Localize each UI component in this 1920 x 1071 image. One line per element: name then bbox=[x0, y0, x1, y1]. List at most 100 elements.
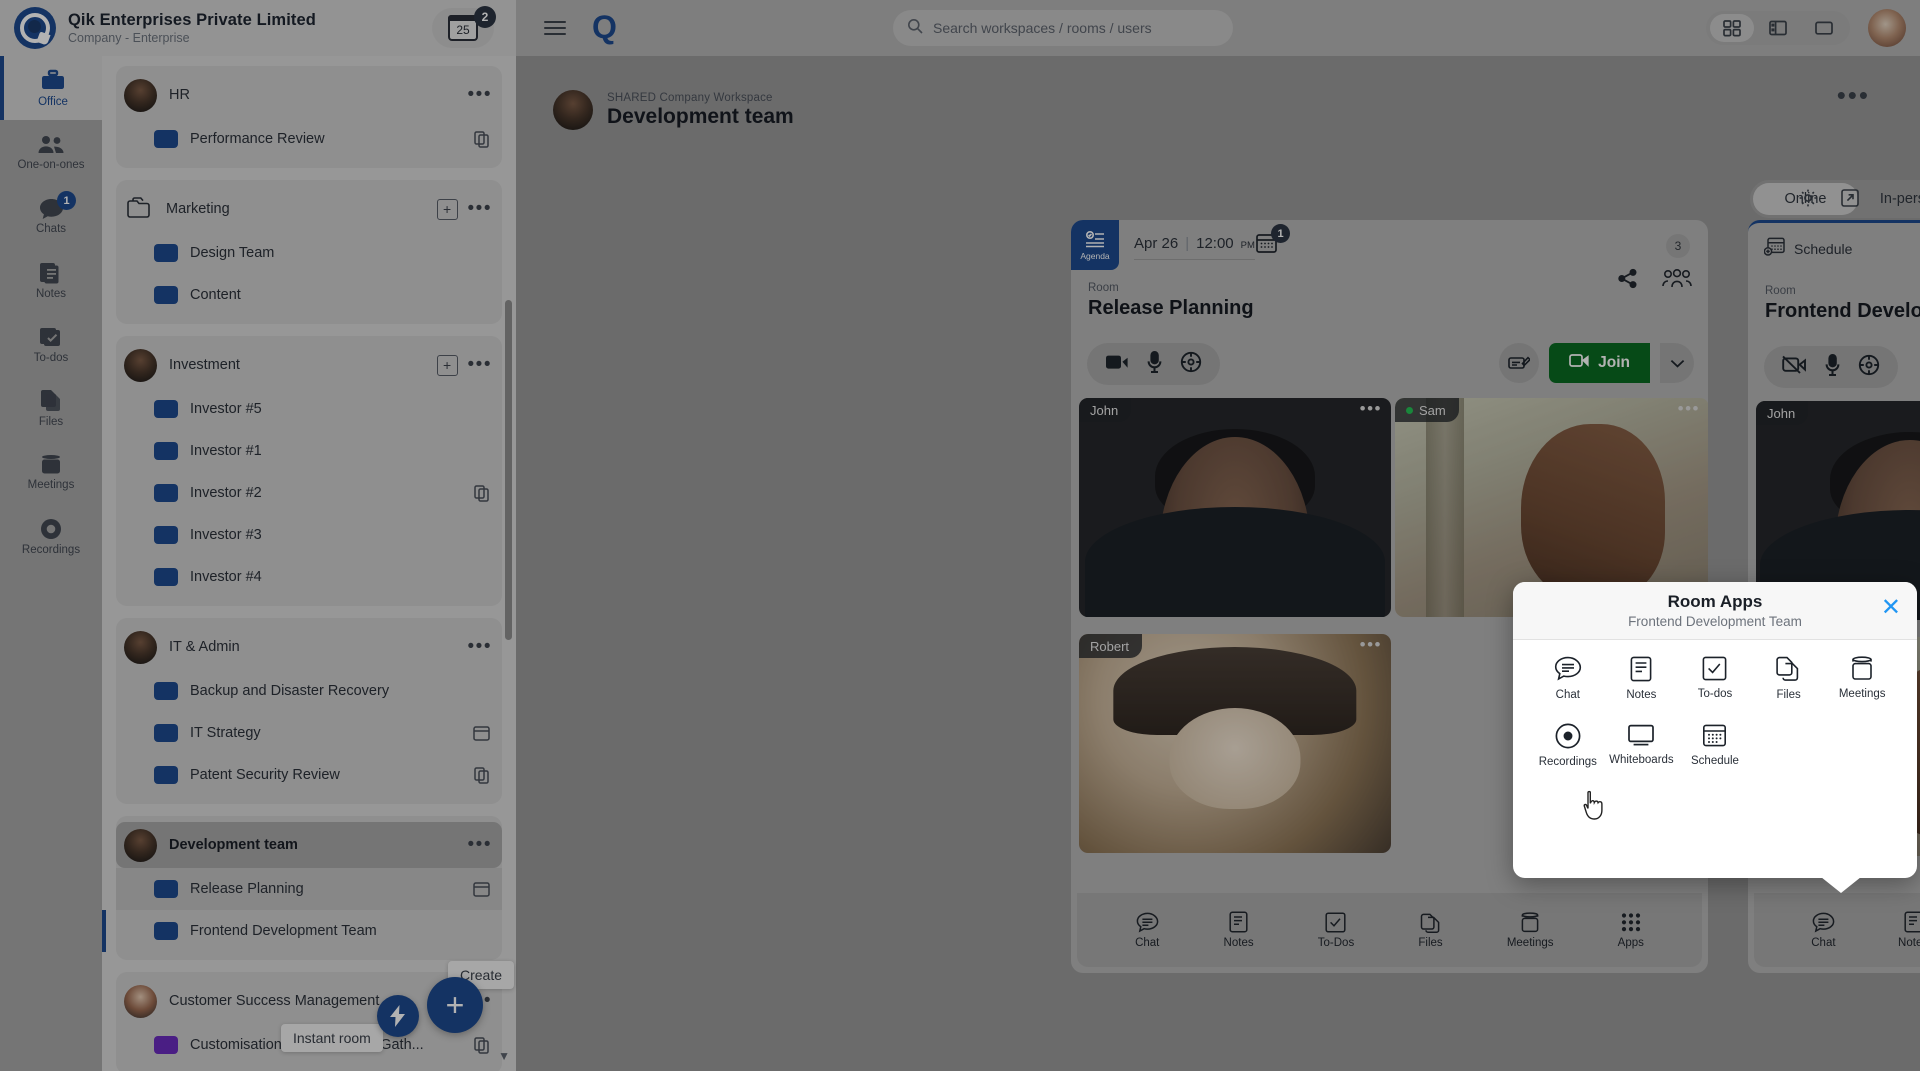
calendar-icon[interactable] bbox=[473, 881, 490, 897]
app-apps-button[interactable]: Apps bbox=[1618, 912, 1644, 949]
more-dots-icon[interactable]: ••• bbox=[1360, 402, 1382, 415]
sidebar-item-recordings[interactable]: Recordings bbox=[0, 504, 102, 568]
list-item[interactable]: Release Planning bbox=[116, 868, 502, 910]
list-item[interactable]: Performance Review bbox=[116, 118, 502, 160]
copy-icon[interactable] bbox=[474, 1037, 490, 1054]
sidebar-item-files[interactable]: Files bbox=[0, 376, 102, 440]
sidebar-item-office[interactable]: Office bbox=[0, 56, 102, 120]
settings-gear-icon[interactable] bbox=[1858, 354, 1880, 381]
more-dots-icon[interactable]: ••• bbox=[468, 642, 492, 652]
more-dots-icon[interactable]: ••• bbox=[468, 840, 492, 850]
list-item[interactable]: Investor #2 bbox=[116, 472, 502, 514]
sidebar-scrollbar[interactable] bbox=[505, 300, 512, 640]
agenda-tab[interactable]: Agenda bbox=[1071, 220, 1119, 270]
scroll-down-caret-icon[interactable]: ▼ bbox=[498, 1049, 510, 1063]
list-item[interactable]: Investor #1 bbox=[116, 430, 502, 472]
group-header[interactable]: Investment + ••• bbox=[116, 342, 502, 388]
create-button[interactable]: + bbox=[427, 977, 483, 1033]
room-app-schedule[interactable]: Schedule bbox=[1678, 723, 1752, 768]
grid-view-button[interactable] bbox=[1710, 14, 1754, 42]
app-meetings-button[interactable]: Meetings bbox=[1507, 912, 1554, 949]
sidebar-item-one-on-ones[interactable]: One-on-ones bbox=[0, 120, 102, 184]
mic-on-icon[interactable] bbox=[1147, 351, 1162, 378]
app-notes-button[interactable]: Notes bbox=[1898, 911, 1920, 949]
room-app-files[interactable]: Files bbox=[1752, 656, 1826, 701]
join-options-caret-icon[interactable] bbox=[1660, 343, 1694, 383]
video-tile[interactable]: Robert ••• bbox=[1079, 634, 1391, 853]
group-name: Marketing bbox=[166, 201, 230, 217]
join-button[interactable]: Join bbox=[1549, 343, 1650, 383]
split-view-button[interactable] bbox=[1756, 14, 1800, 42]
workspace-panel: Qik Enterprises Private Limited Company … bbox=[0, 0, 516, 1071]
room-app-todos[interactable]: To-dos bbox=[1678, 656, 1752, 701]
mini-calendar-button[interactable]: 1 bbox=[1256, 232, 1280, 259]
single-view-button[interactable] bbox=[1802, 14, 1846, 42]
copy-icon[interactable] bbox=[474, 767, 490, 784]
group-header[interactable]: Development team ••• bbox=[116, 822, 502, 868]
mic-on-icon[interactable] bbox=[1825, 354, 1840, 381]
list-item[interactable]: Investor #4 bbox=[116, 556, 502, 598]
list-item[interactable]: Content bbox=[116, 274, 502, 316]
meeting-datetime[interactable]: Apr 26 | 12:00PM bbox=[1134, 235, 1255, 260]
more-dots-icon[interactable]: ••• bbox=[468, 204, 492, 214]
calendar-button[interactable]: 25 2 bbox=[432, 8, 494, 48]
sidebar-item-todos[interactable]: To-dos bbox=[0, 312, 102, 376]
schedule-tab[interactable]: Schedule bbox=[1764, 237, 1852, 260]
instant-room-button[interactable] bbox=[377, 995, 419, 1037]
sidebar-item-meetings[interactable]: Meetings bbox=[0, 440, 102, 504]
meetings-icon bbox=[38, 454, 64, 476]
group-header[interactable]: IT & Admin ••• bbox=[116, 624, 502, 670]
app-chat-button[interactable]: Chat bbox=[1135, 912, 1159, 949]
list-item[interactable]: Investor #5 bbox=[116, 388, 502, 430]
add-room-button[interactable]: + bbox=[437, 199, 458, 220]
sidebar-item-chats[interactable]: 1 Chats bbox=[0, 184, 102, 248]
camera-on-icon[interactable] bbox=[1105, 353, 1129, 376]
more-dots-icon[interactable]: ••• bbox=[468, 360, 492, 370]
app-files-button[interactable]: Files bbox=[1418, 911, 1442, 949]
app-chat-button[interactable]: Chat bbox=[1811, 912, 1835, 949]
tab-in-person[interactable]: In-person bbox=[1858, 183, 1920, 215]
more-dots-icon[interactable]: ••• bbox=[1837, 88, 1870, 102]
room-app-meetings[interactable]: Meetings bbox=[1825, 656, 1899, 701]
list-item[interactable]: Investor #3 bbox=[116, 514, 502, 556]
more-dots-icon[interactable]: ••• bbox=[1360, 638, 1382, 651]
more-dots-icon[interactable]: ••• bbox=[1678, 402, 1700, 415]
share-icon[interactable] bbox=[1617, 268, 1638, 294]
participants-icon[interactable] bbox=[1662, 269, 1692, 294]
list-item[interactable]: Patent Security Review bbox=[116, 754, 502, 796]
sidebar-item-label: Recordings bbox=[22, 544, 80, 556]
add-room-button[interactable]: + bbox=[437, 355, 458, 376]
video-tile[interactable]: John ••• bbox=[1079, 398, 1391, 617]
camera-off-icon[interactable] bbox=[1782, 355, 1807, 379]
search-input[interactable]: Search workspaces / rooms / users bbox=[893, 10, 1233, 46]
list-item[interactable]: Design Team bbox=[116, 232, 502, 274]
room-color-swatch bbox=[154, 130, 178, 148]
app-todos-button[interactable]: To-Dos bbox=[1318, 912, 1354, 949]
avatar bbox=[124, 985, 157, 1018]
gear-icon[interactable] bbox=[1798, 188, 1818, 213]
close-icon[interactable]: ✕ bbox=[1881, 596, 1901, 620]
list-item[interactable]: Backup and Disaster Recovery bbox=[116, 670, 502, 712]
group-header[interactable]: Marketing + ••• bbox=[116, 186, 502, 232]
room-app-recordings[interactable]: Recordings bbox=[1531, 723, 1605, 768]
room-app-notes[interactable]: Notes bbox=[1605, 656, 1679, 701]
settings-gear-icon[interactable] bbox=[1180, 351, 1202, 378]
list-item[interactable]: IT Strategy bbox=[116, 712, 502, 754]
external-link-icon[interactable] bbox=[1840, 188, 1860, 213]
room-app-whiteboards[interactable]: Whiteboards bbox=[1605, 723, 1679, 768]
room-name: Investor #5 bbox=[190, 401, 262, 417]
list-item[interactable]: Frontend Development Team bbox=[116, 910, 502, 952]
app-notes-button[interactable]: Notes bbox=[1224, 911, 1254, 949]
copy-icon[interactable] bbox=[474, 131, 490, 148]
group-header[interactable]: HR ••• bbox=[116, 72, 502, 118]
nav-rail: Office One-on-ones 1 bbox=[0, 56, 102, 1071]
user-avatar[interactable] bbox=[1868, 9, 1906, 47]
hamburger-icon[interactable] bbox=[544, 21, 566, 36]
main-area: Q Search workspaces / rooms / users bbox=[516, 0, 1920, 1071]
sidebar-item-notes[interactable]: Notes bbox=[0, 248, 102, 312]
room-app-chat[interactable]: Chat bbox=[1531, 656, 1605, 701]
copy-icon[interactable] bbox=[474, 485, 490, 502]
calendar-icon[interactable] bbox=[473, 725, 490, 741]
whiteboard-icon[interactable] bbox=[1499, 343, 1539, 383]
more-dots-icon[interactable]: ••• bbox=[468, 90, 492, 100]
